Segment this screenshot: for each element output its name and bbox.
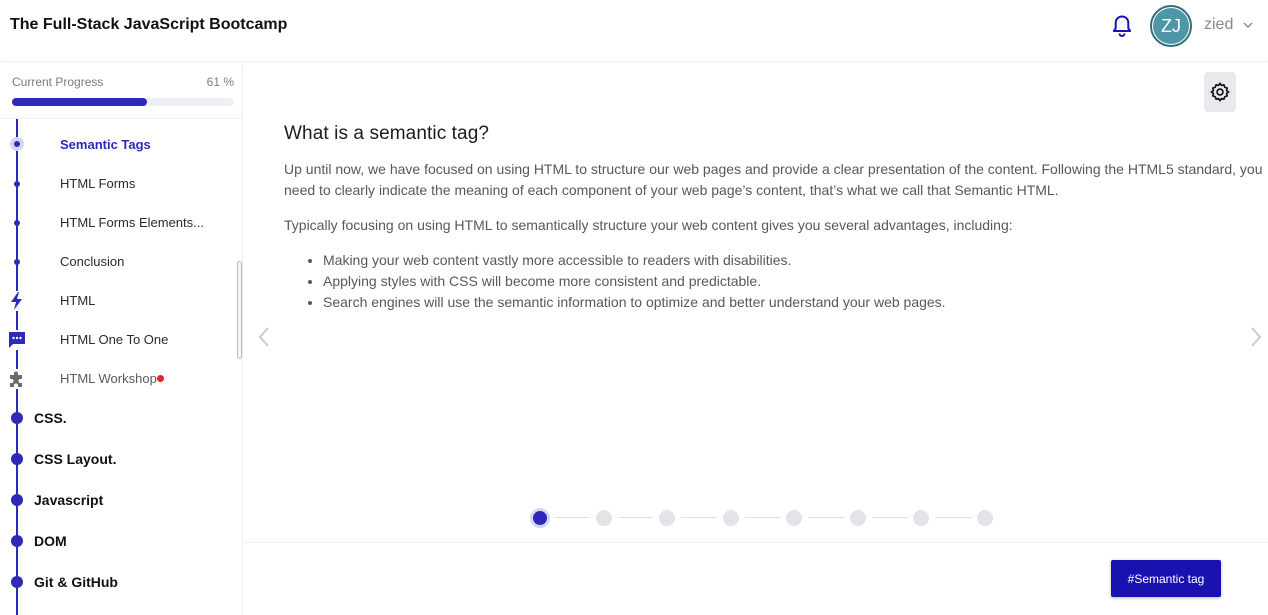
module-label: CSS Layout. — [34, 451, 117, 467]
top-header: The Full-Stack JavaScript Bootcamp ZJ zi… — [0, 0, 1268, 62]
stepper-dot[interactable] — [722, 510, 739, 526]
sidebar-scrollbar[interactable] — [237, 261, 242, 359]
lesson-label: HTML Forms Elements... — [60, 215, 204, 230]
stepper-connector — [554, 517, 590, 518]
lesson-label: Conclusion — [60, 254, 125, 269]
lesson-label: HTML One To One — [60, 332, 169, 347]
list-item: Applying styles with CSS will become mor… — [323, 271, 1264, 292]
module-css[interactable]: CSS. — [0, 398, 236, 439]
lesson-html-forms[interactable]: HTML Forms — [0, 164, 236, 203]
stepper-dot[interactable] — [659, 510, 675, 526]
stepper-connector — [744, 517, 780, 518]
lesson-heading: What is a semantic tag? — [284, 123, 490, 144]
module-dot — [11, 453, 23, 465]
lesson-label: HTML Forms — [60, 176, 136, 191]
stepper-dot[interactable] — [530, 508, 550, 528]
stepper-dot[interactable] — [976, 510, 993, 526]
step-dot — [14, 181, 20, 187]
stepper-connector — [808, 517, 844, 518]
module-dom[interactable]: DOM — [0, 521, 236, 562]
chat-icon — [7, 330, 27, 350]
lesson-conclusion[interactable]: Conclusion — [0, 242, 236, 281]
module-label: Git & GitHub — [34, 574, 118, 590]
stepper-connector — [871, 517, 907, 518]
stepper-dot[interactable] — [913, 510, 929, 526]
module-dot — [11, 412, 23, 424]
lesson-footer: #Semantic tag — [244, 542, 1268, 615]
lightning-icon — [7, 291, 27, 311]
course-title: The Full-Stack JavaScript Bootcamp — [10, 16, 288, 33]
stepper-connector — [681, 517, 717, 518]
chevron-down-icon[interactable] — [1242, 20, 1254, 30]
bell-icon[interactable] — [1111, 14, 1133, 38]
stepper-dot[interactable] — [849, 510, 866, 526]
lesson-semantic-tags[interactable]: Semantic Tags — [0, 125, 236, 164]
username[interactable]: zied — [1204, 16, 1233, 34]
progress-label: Current Progress — [12, 75, 104, 89]
chevron-right-icon[interactable] — [1249, 325, 1263, 349]
progress-panel: Current Progress 61 % — [0, 63, 242, 119]
new-indicator-dot — [157, 375, 164, 382]
lesson-label: HTML — [60, 293, 96, 308]
lesson-html-forms-elements[interactable]: HTML Forms Elements... — [0, 203, 236, 242]
progress-value: 61 % — [206, 75, 234, 89]
step-dot — [14, 220, 20, 226]
module-css-layout[interactable]: CSS Layout. — [0, 439, 236, 480]
module-javascript[interactable]: Javascript — [0, 480, 236, 521]
gear-icon — [1210, 82, 1230, 102]
lesson-paragraph: Typically focusing on using HTML to sema… — [284, 217, 1013, 233]
settings-button[interactable] — [1204, 72, 1236, 112]
lesson-html-workshop[interactable]: HTML Workshop — [0, 359, 236, 398]
module-git-github[interactable]: Git & GitHub — [0, 562, 236, 603]
slide-stepper — [530, 508, 993, 528]
lesson-body: What is a semantic tag? Up until now, we… — [284, 123, 1264, 313]
stepper-connector — [617, 517, 653, 518]
progress-bar-fill — [12, 98, 148, 106]
lesson-html-one-to-one[interactable]: HTML One To One — [0, 320, 236, 359]
lesson-content-area: What is a semantic tag? Up until now, we… — [244, 63, 1268, 615]
avatar-initials: ZJ — [1153, 8, 1189, 44]
module-label: CSS. — [34, 410, 67, 426]
lesson-label: Semantic Tags — [60, 137, 151, 152]
chevron-left-icon[interactable] — [257, 325, 271, 349]
puzzle-icon — [7, 369, 27, 389]
course-sidebar: Current Progress 61 % Semantic Tags HTML… — [0, 63, 243, 615]
lesson-paragraph: Up until now, we have focused on using H… — [284, 161, 1263, 198]
semantic-tag-button[interactable]: #Semantic tag — [1111, 560, 1221, 597]
module-dot — [11, 494, 23, 506]
module-label: Javascript — [34, 492, 104, 508]
step-dot — [14, 259, 20, 265]
lesson-html[interactable]: HTML — [0, 281, 236, 320]
stepper-dot[interactable] — [786, 510, 802, 526]
avatar[interactable]: ZJ — [1150, 5, 1192, 47]
module-dot — [11, 576, 23, 588]
stepper-connector — [935, 517, 971, 518]
lesson-label: HTML Workshop — [60, 371, 157, 386]
module-dot — [11, 535, 23, 547]
stepper-dot[interactable] — [595, 510, 612, 526]
module-label: DOM — [34, 533, 67, 549]
list-item: Search engines will use the semantic inf… — [323, 292, 1264, 313]
active-step-dot — [10, 137, 24, 151]
progress-bar — [12, 98, 234, 106]
list-item: Making your web content vastly more acce… — [323, 250, 1264, 271]
advantages-list: Making your web content vastly more acce… — [323, 250, 1264, 313]
